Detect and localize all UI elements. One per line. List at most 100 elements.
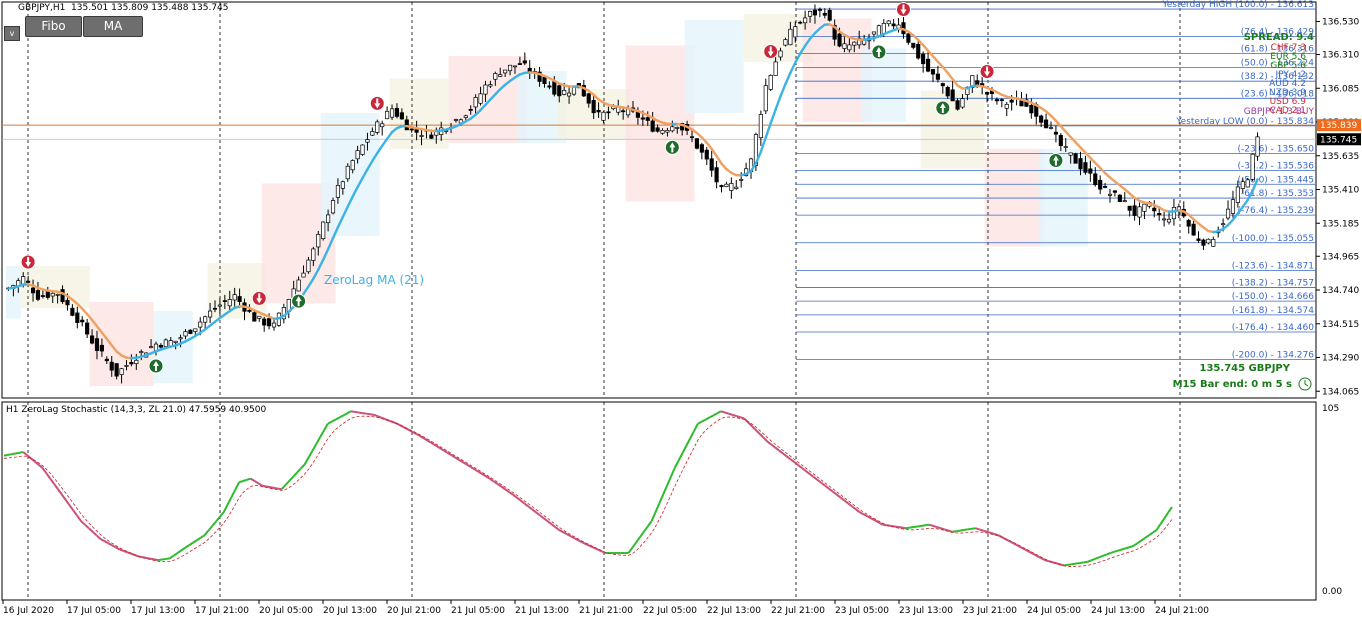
candle-body [768,75,773,90]
stochastic-main-segment [242,478,248,482]
zerolag-ma-segment [951,77,959,87]
indicator-frame [1,401,1317,601]
stochastic-main-segment [335,416,340,421]
stochastic-main-segment [1094,556,1100,560]
stochastic-main-segment [222,504,229,513]
stochastic-main-segment [103,540,109,544]
stochastic-main-segment [1067,563,1072,566]
candle-body [237,296,242,302]
candle-body [399,112,404,120]
candle-body [552,81,557,95]
candle-body [1078,158,1083,170]
candle-body [1112,190,1118,193]
candle-body [483,84,488,95]
y-axis-label: 134.065 [1322,387,1359,397]
candle-body [1152,207,1157,212]
candle-body [911,42,916,48]
candle-body [758,114,763,139]
fibo-button[interactable]: Fibo [25,16,82,37]
stochastic-main-segment [64,499,71,506]
candle-body [916,44,921,59]
stochastic-main-segment [469,465,475,471]
stochastic-main-segment [1071,562,1076,566]
stochastic-main-segment [824,484,830,490]
stochastic-main-segment [747,421,753,427]
candle-body [1048,127,1054,129]
stochastic-main-segment [646,520,653,528]
candle-body [699,144,704,153]
stochastic-main-segment [832,490,838,496]
stochastic-main-segment [238,480,244,484]
candle-body [1083,162,1088,173]
fib-level-label: (-123.6) - 134.871 [1232,261,1314,271]
candle-body [734,186,739,189]
candle-body [994,99,999,102]
stochastic-main-segment [531,508,537,514]
candle-body [203,316,208,323]
candle-body [375,121,380,133]
candle-body [321,221,326,240]
x-axis-label: 23 Jul 21:00 [963,606,1017,616]
candle-body [586,93,591,104]
candle-body [1117,194,1122,202]
stochastic-main-segment [200,534,205,539]
stochastic-main-segment [257,482,263,487]
signal-strength-text: GBPJPY 1.3 BUY [1244,107,1315,117]
trading-chart[interactable]: Yesterday HIGH (100.0) - 136.613(76.4) -… [0,0,1362,621]
candle-body [793,26,798,38]
indicator-y-axis-label: 0.00 [1322,587,1342,597]
candle-body [26,280,31,283]
candle-body [473,97,478,108]
stochastic-main-segment [905,526,911,530]
candle-body [906,33,911,43]
stochastic-main-segment [820,481,826,487]
candle-body [1171,206,1177,220]
stochastic-main-segment [666,476,672,487]
candle-body [635,111,640,118]
candle-body [247,310,252,312]
stochastic-main-segment [230,489,237,498]
candle-body [852,41,857,46]
candle-body [1186,220,1191,227]
stochastic-main-segment [855,508,861,514]
candle-body [1039,115,1044,123]
ma-button[interactable]: MA [83,16,143,37]
stochastic-main-segment [789,458,795,463]
candle-body [803,17,808,24]
candle-body [675,127,680,129]
stochastic-main-segment [925,523,930,527]
candle-body [306,259,311,273]
x-axis-label: 22 Jul 05:00 [643,606,697,616]
candle-body [670,126,675,132]
stochastic-main-segment [971,527,976,530]
candle-body [930,69,936,75]
candle-body [114,363,119,377]
candle-body [109,361,114,371]
stochastic-main-segment [435,444,441,449]
stochastic-main-segment [1075,562,1080,565]
collapse-toggle-button[interactable]: v [4,26,20,41]
candle-body [1137,206,1142,218]
candle-body [847,44,852,51]
candle-body [562,90,567,95]
stochastic-main-segment [654,503,661,513]
candle-body [158,344,163,348]
stochastic-main-segment [338,414,344,419]
stochastic-main-segment [913,525,918,529]
stochastic-main-segment [944,528,949,532]
stochastic-main-segment [1009,540,1015,545]
candle-body [335,184,341,198]
candle-body [232,294,237,301]
stochastic-main-segment [519,499,526,505]
stochastic-main-segment [948,529,953,533]
stochastic-main-segment [481,473,487,478]
stochastic-main-segment [1148,531,1154,537]
stochastic-main-segment [362,412,367,415]
candle-body [621,110,626,113]
stochastic-main-segment [770,443,776,449]
stochastic-main-segment [627,547,634,554]
stochastic-main-segment [539,514,545,519]
candle-body [955,100,960,110]
candle-body [1132,205,1137,216]
stochastic-main-segment [805,470,811,475]
